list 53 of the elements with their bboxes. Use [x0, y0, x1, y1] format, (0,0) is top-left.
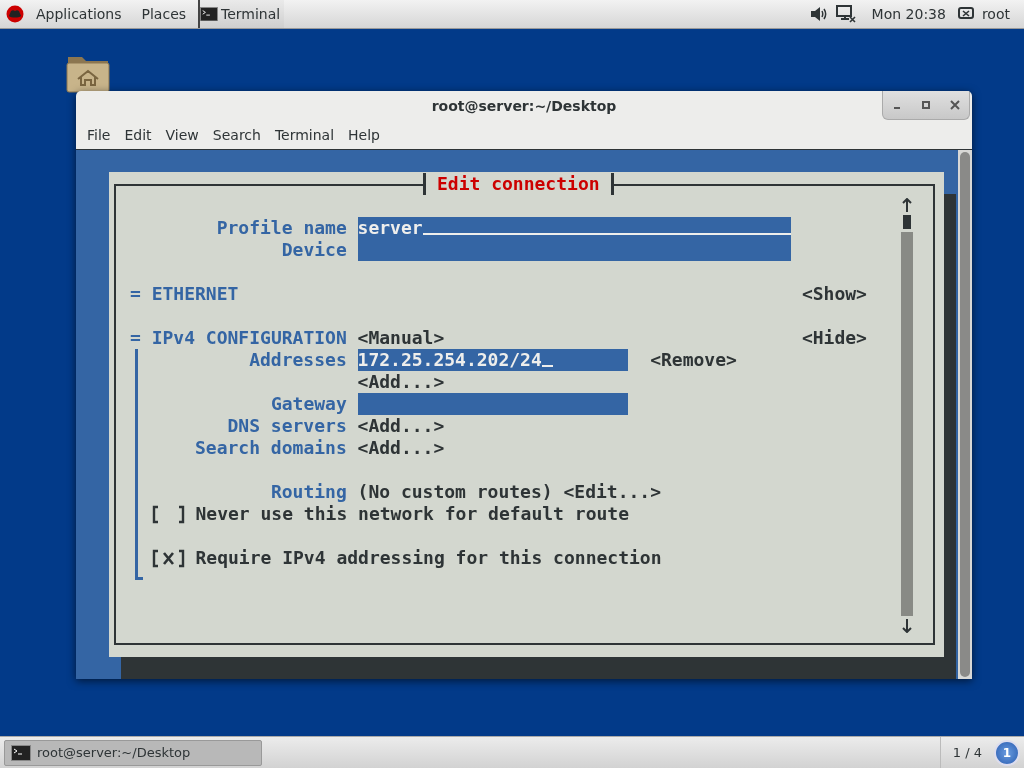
add-button[interactable]: <Add...> — [357, 415, 445, 437]
section-toggle[interactable]: <Hide> — [801, 327, 867, 349]
workspace-indicator[interactable]: 1 / 4 — [939, 737, 994, 768]
volume-icon[interactable] — [809, 6, 828, 22]
input-field[interactable]: server — [357, 217, 792, 239]
checkbox[interactable] — [151, 547, 185, 569]
menu-item[interactable]: View — [158, 127, 206, 143]
field-label: Gateway — [269, 393, 347, 415]
top-menu[interactable]: Places — [133, 6, 195, 22]
clock[interactable]: Mon 20:38 — [863, 6, 954, 22]
section-toggle[interactable]: <Show> — [801, 283, 867, 305]
top-menu[interactable]: Applications — [28, 6, 130, 22]
edit-button[interactable]: <Edit...> — [563, 481, 661, 503]
maximize-icon[interactable] — [921, 100, 931, 110]
checkbox-label: Never use this network for default route — [195, 503, 629, 525]
scrollbar[interactable] — [958, 150, 972, 679]
close-icon[interactable] — [949, 100, 960, 110]
field-label: Addresses — [248, 349, 347, 371]
mode-dropdown[interactable]: <Manual> — [357, 327, 445, 349]
terminal-task[interactable]: Terminal — [198, 0, 285, 28]
routes-status: (No custom routes) — [357, 481, 553, 503]
dialog-title: Edit connection — [423, 173, 614, 195]
taskbar-item[interactable]: root@server:~/Desktop — [4, 739, 262, 766]
menu-item[interactable]: Search — [205, 127, 268, 143]
scroll-up-icon[interactable] — [901, 198, 912, 212]
network-icon[interactable] — [835, 5, 856, 23]
field-label: Routing — [269, 481, 347, 503]
add-button[interactable]: <Add...> — [357, 437, 445, 459]
section-title: = ETHERNET — [130, 283, 240, 305]
input-field[interactable] — [357, 239, 792, 261]
scroll-down-icon[interactable] — [901, 619, 912, 633]
menu-item[interactable]: File — [80, 127, 118, 143]
field-label: Search domains — [194, 437, 347, 459]
menu-item[interactable]: Edit — [117, 127, 159, 143]
scroll-thumb[interactable] — [902, 215, 911, 229]
user-menu[interactable]: root — [977, 6, 1018, 22]
section-title: = IPv4 CONFIGURATION — [130, 327, 347, 349]
menu-item[interactable]: Help — [341, 127, 387, 143]
terminal-icon — [200, 6, 219, 22]
field-label: Device — [280, 239, 347, 261]
hat-icon[interactable] — [6, 5, 24, 23]
remove-button[interactable]: <Remove> — [650, 349, 737, 371]
terminal-icon — [11, 744, 31, 761]
field-label: Profile name — [215, 217, 347, 239]
field-label: DNS servers — [226, 415, 347, 437]
user-icon[interactable] — [957, 7, 974, 21]
input-field[interactable]: 172.25.254.202/24 — [357, 349, 629, 371]
add-button[interactable]: <Add...> — [357, 371, 445, 393]
menu-item[interactable]: Terminal — [267, 127, 342, 143]
checkbox[interactable] — [151, 503, 185, 525]
checkbox-label: Require IPv4 addressing for this connection — [195, 547, 662, 569]
input-field[interactable] — [357, 393, 629, 415]
window-title: root@server:~/Desktop — [431, 98, 617, 114]
